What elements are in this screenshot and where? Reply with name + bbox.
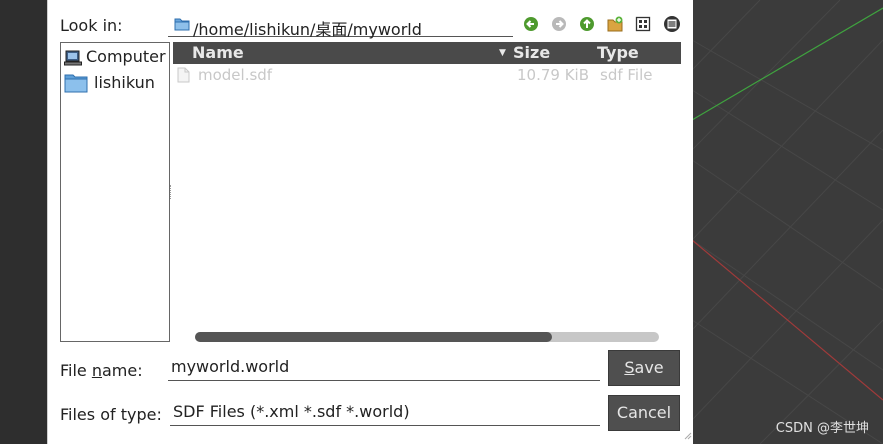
up-arrow-icon[interactable] — [579, 16, 595, 32]
watermark: CSDN @李世坤 — [775, 421, 869, 436]
file-name-input[interactable]: myworld.world — [168, 354, 600, 381]
sort-indicator-icon: ▼ — [499, 48, 506, 58]
horizontal-scrollbar[interactable] — [195, 332, 659, 342]
file-name-value: myworld.world — [171, 357, 290, 376]
sidebar-item-label: lishikun — [94, 73, 155, 92]
file-size: 10.79 KiB — [517, 66, 590, 84]
folder-icon — [64, 74, 88, 93]
look-in-path-combo[interactable]: /home/lishikun/桌面/myworld — [168, 12, 513, 39]
column-header-type[interactable]: Type — [597, 43, 639, 62]
resize-grip-icon[interactable] — [682, 430, 692, 440]
save-file-dialog: Look in: /home/lishikun/桌面/myworld Compu… — [47, 0, 693, 444]
file-list: Name ▼ Size Type model.sdf 10.79 KiB sdf… — [173, 42, 681, 342]
file-type: sdf File — [600, 66, 653, 84]
column-header-size[interactable]: Size — [513, 43, 550, 62]
file-name-label: File name: — [60, 361, 143, 380]
cancel-button[interactable]: Cancel — [608, 395, 680, 431]
places-sidebar: Computer lishikun — [60, 42, 170, 342]
forward-arrow-icon[interactable] — [551, 16, 567, 32]
scrollbar-thumb[interactable] — [195, 332, 553, 342]
file-icon — [177, 67, 190, 83]
folder-icon — [174, 18, 190, 31]
new-folder-icon[interactable] — [607, 16, 623, 32]
look-in-path: /home/lishikun/桌面/myworld — [193, 20, 422, 39]
file-type-value: SDF Files (*.xml *.sdf *.world) — [173, 402, 410, 421]
file-type-label: Files of type: — [60, 405, 162, 424]
file-list-header: Name ▼ Size Type — [173, 42, 681, 64]
save-button[interactable]: Save — [608, 350, 680, 386]
list-view-icon[interactable] — [635, 16, 651, 32]
back-arrow-icon[interactable] — [523, 16, 539, 32]
computer-icon — [64, 50, 82, 66]
look-in-label: Look in: — [60, 16, 123, 35]
file-type-combo[interactable]: SDF Files (*.xml *.sdf *.world) — [170, 399, 600, 426]
detail-view-icon[interactable] — [663, 15, 681, 33]
sidebar-item-label: Computer — [86, 47, 166, 66]
column-header-name[interactable]: Name — [192, 43, 244, 62]
file-row[interactable]: model.sdf 10.79 KiB sdf File — [173, 64, 681, 86]
file-name: model.sdf — [198, 66, 273, 84]
